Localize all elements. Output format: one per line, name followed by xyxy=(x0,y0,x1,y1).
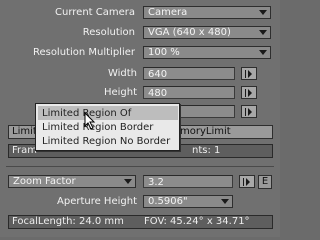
aperture-height-label: Aperture Height xyxy=(57,196,137,207)
width-input[interactable]: 640 xyxy=(143,67,235,80)
camera-properties-panel: Current Camera Camera Resolution VGA (64… xyxy=(0,0,280,237)
resolution-dropdown[interactable]: VGA (640 x 480) xyxy=(143,26,271,39)
height-envelope-button[interactable] xyxy=(241,86,257,99)
lens-status-row: FocalLength: 24.0 mm FOV: 45.24° x 34.71… xyxy=(8,215,273,229)
height-input[interactable]: 480 xyxy=(143,86,235,99)
play-icon xyxy=(248,89,252,97)
chevron-down-icon xyxy=(124,179,132,184)
chevron-down-icon xyxy=(221,199,229,204)
resolution-multiplier-label: Resolution Multiplier xyxy=(32,47,135,58)
zoom-type-dropdown[interactable]: Zoom Factor xyxy=(8,175,136,188)
resolution-label: Resolution xyxy=(82,27,135,38)
focal-length-readout: FocalLength: 24.0 mm xyxy=(12,216,124,227)
resolution-multiplier-dropdown[interactable]: 100 % xyxy=(143,46,271,59)
menu-item-limited-region-border[interactable]: Limited Region Border xyxy=(42,122,153,134)
pixel-aspect-envelope-button[interactable] xyxy=(241,105,257,118)
current-camera-label: Current Camera xyxy=(55,7,135,18)
play-icon xyxy=(248,70,252,78)
fov-readout: FOV: 45.24° x 34.71° xyxy=(144,216,250,227)
play-icon xyxy=(246,178,250,186)
current-camera-dropdown[interactable]: Camera xyxy=(143,6,271,19)
limited-region-menu: Limited Region Of Limited Region Border … xyxy=(35,103,180,151)
chevron-down-icon xyxy=(259,10,267,15)
zoom-envelope-button[interactable] xyxy=(239,175,255,188)
mouse-pointer-icon xyxy=(84,112,96,130)
zoom-factor-input[interactable]: 3.2 xyxy=(143,175,233,188)
chevron-down-icon xyxy=(259,30,267,35)
e-button[interactable]: E xyxy=(258,175,272,189)
aperture-height-dropdown[interactable]: 0.5906" xyxy=(143,195,233,208)
play-icon xyxy=(248,108,252,116)
width-label: Width xyxy=(107,68,137,79)
chevron-down-icon xyxy=(259,50,267,55)
height-label: Height xyxy=(103,87,137,98)
width-envelope-button[interactable] xyxy=(241,67,257,80)
section-divider xyxy=(6,166,274,167)
menu-item-limited-region-no-border[interactable]: Limited Region No Border xyxy=(42,136,170,148)
